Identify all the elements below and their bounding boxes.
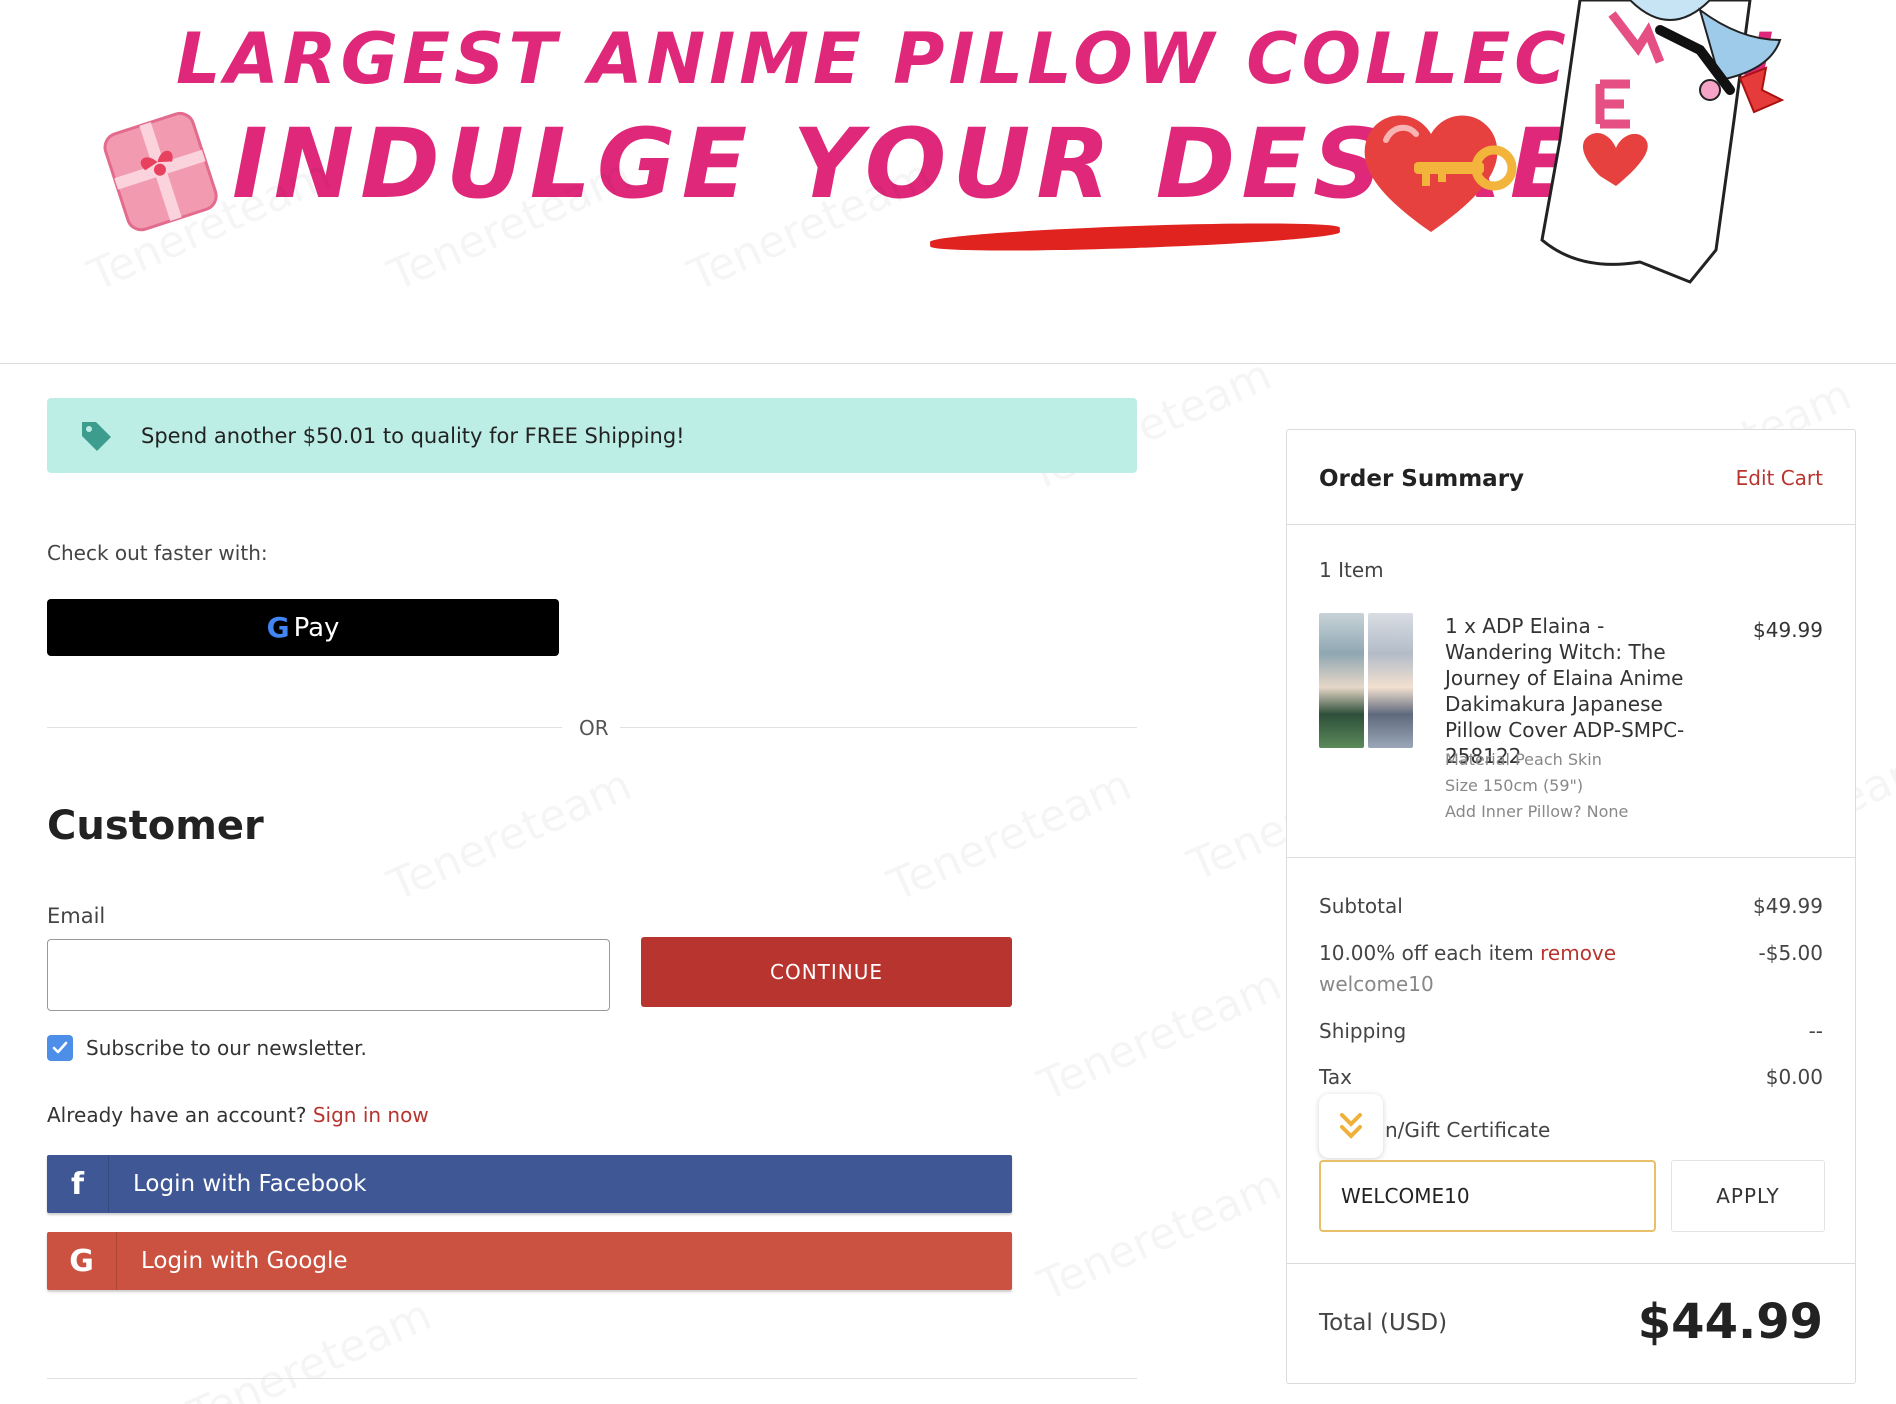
continue-button[interactable]: CONTINUE xyxy=(641,937,1012,1007)
coupon-code-input[interactable] xyxy=(1319,1160,1656,1232)
product-option: Size 150cm (59") xyxy=(1445,776,1584,795)
or-separator: OR xyxy=(579,716,609,740)
sign-in-link[interactable]: Sign in now xyxy=(313,1103,429,1127)
discount-code: welcome10 xyxy=(1319,972,1434,996)
watermark: Tenereteam xyxy=(1031,959,1289,1111)
watermark: Tenereteam xyxy=(381,759,639,911)
shipping-value: -- xyxy=(1808,1019,1823,1043)
coupon-label: n/Gift Certificate xyxy=(1385,1118,1551,1142)
gift-box-icon xyxy=(103,111,218,232)
tax-label: Tax xyxy=(1319,1065,1352,1089)
free-shipping-text: Spend another $50.01 to quality for FREE… xyxy=(141,423,685,448)
product-name: 1 x ADP Elaina - Wandering Witch: The Jo… xyxy=(1445,614,1685,768)
order-summary-title: Order Summary xyxy=(1319,466,1525,492)
tag-icon xyxy=(82,421,111,451)
account-prompt: Already have an account? Sign in now xyxy=(47,1103,429,1127)
watermark: Tenereteam xyxy=(881,759,1139,911)
login-google-button[interactable]: G Login with Google xyxy=(47,1232,1012,1290)
remove-discount-link[interactable]: remove xyxy=(1540,941,1616,965)
watermark: Tenereteam xyxy=(1031,1159,1289,1311)
pillow-mascot-image xyxy=(1540,0,1785,284)
discount-value: -$5.00 xyxy=(1758,941,1823,965)
total-value: $44.99 xyxy=(1637,1294,1823,1350)
edit-cart-link[interactable]: Edit Cart xyxy=(1736,466,1823,490)
google-pay-button[interactable]: G Pay xyxy=(47,599,559,656)
apply-coupon-button[interactable]: APPLY xyxy=(1671,1160,1825,1232)
product-option: Add Inner Pillow? None xyxy=(1445,802,1629,821)
chevron-double-down-icon xyxy=(1340,1113,1362,1139)
heart-key-icon xyxy=(1364,115,1517,232)
product-price: $49.99 xyxy=(1753,618,1823,642)
newsletter-label: Subscribe to our newsletter. xyxy=(86,1036,367,1060)
banner-brush-stroke xyxy=(929,218,1341,256)
divider xyxy=(1287,524,1855,525)
tax-value: $0.00 xyxy=(1765,1065,1823,1089)
divider xyxy=(47,727,562,728)
subtotal-label: Subtotal xyxy=(1319,894,1403,918)
divider xyxy=(620,727,1137,728)
divider xyxy=(1287,1263,1855,1264)
account-prompt-text: Already have an account? xyxy=(47,1103,307,1127)
login-facebook-button[interactable]: f Login with Facebook xyxy=(47,1155,1012,1213)
free-shipping-notice: Spend another $50.01 to quality for FREE… xyxy=(47,398,1137,473)
divider xyxy=(1287,857,1855,858)
total-label: Total (USD) xyxy=(1319,1310,1448,1336)
customer-heading: Customer xyxy=(47,803,264,849)
shipping-label: Shipping xyxy=(1319,1019,1407,1043)
email-field[interactable] xyxy=(47,939,610,1011)
item-count: 1 Item xyxy=(1319,558,1384,582)
scroll-helper-button[interactable] xyxy=(1319,1094,1383,1158)
subtotal-value: $49.99 xyxy=(1753,894,1823,918)
product-thumbnail xyxy=(1368,613,1413,748)
google-g-icon: G xyxy=(266,611,290,644)
checkmark-icon xyxy=(52,1041,68,1054)
discount-row: 10.00% off each item remove xyxy=(1319,941,1616,965)
facebook-icon: f xyxy=(47,1155,109,1213)
express-checkout-label: Check out faster with: xyxy=(47,541,268,565)
product-option: Material Peach Skin xyxy=(1445,750,1602,769)
product-thumbnail xyxy=(1319,613,1364,748)
watermark: Tenereteam xyxy=(181,1289,439,1404)
google-icon: G xyxy=(47,1232,117,1290)
discount-label: 10.00% off each item xyxy=(1319,941,1534,965)
login-google-label: Login with Google xyxy=(141,1248,348,1274)
login-facebook-label: Login with Facebook xyxy=(133,1171,367,1197)
email-label: Email xyxy=(47,904,106,928)
order-summary: Order Summary Edit Cart 1 Item 1 x ADP E… xyxy=(1286,429,1856,1384)
divider xyxy=(47,1378,1137,1379)
newsletter-checkbox[interactable] xyxy=(47,1035,73,1061)
google-pay-label: Pay xyxy=(293,612,340,643)
promo-banner: LARGEST ANIME PILLOW COLLECTION INDULGE … xyxy=(0,0,1896,364)
